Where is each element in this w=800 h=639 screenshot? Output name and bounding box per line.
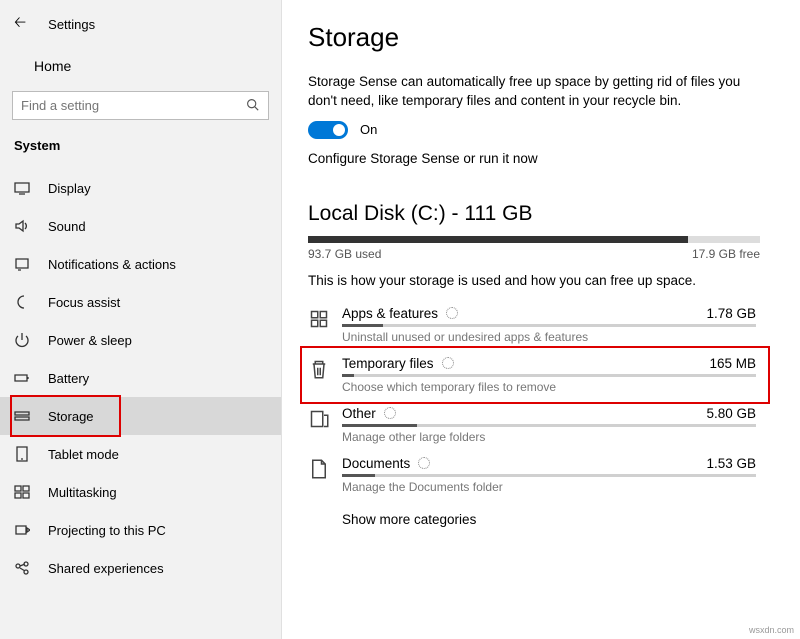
sidebar-item-projecting-to-this-pc[interactable]: Projecting to this PC: [0, 511, 281, 549]
category-size: 165 MB: [709, 356, 756, 371]
sidebar-item-label: Battery: [48, 371, 89, 386]
disk-used-label: 93.7 GB used: [308, 247, 381, 261]
sidebar-item-label: Power & sleep: [48, 333, 132, 348]
page-title: Storage: [308, 22, 760, 53]
tablet-icon: [14, 446, 30, 462]
category-row-other[interactable]: Other 5.80 GB Manage other large folders: [308, 400, 760, 450]
disk-free-label: 17.9 GB free: [692, 247, 760, 261]
loading-spinner-icon: [418, 457, 430, 469]
category-name: Apps & features: [342, 306, 458, 321]
sidebar-item-label: Display: [48, 181, 91, 196]
category-subtitle: Manage other large folders: [342, 430, 756, 444]
category-bar: [342, 474, 756, 477]
category-subtitle: Choose which temporary files to remove: [342, 380, 756, 394]
storage-sense-toggle-row: On: [308, 121, 760, 139]
sidebar-item-label: Notifications & actions: [48, 257, 176, 272]
sidebar-item-label: Tablet mode: [48, 447, 119, 462]
sound-icon: [14, 218, 30, 234]
disk-description: This is how your storage is used and how…: [308, 273, 760, 288]
category-row-apps-features[interactable]: Apps & features 1.78 GB Uninstall unused…: [308, 300, 760, 350]
search-icon: [246, 98, 259, 116]
category-subtitle: Uninstall unused or undesired apps & fea…: [342, 330, 756, 344]
battery-icon: [14, 370, 30, 386]
category-list: Apps & features 1.78 GB Uninstall unused…: [308, 300, 760, 500]
back-arrow-icon[interactable]: 🡠: [14, 12, 26, 37]
display-icon: [14, 180, 30, 196]
loading-spinner-icon: [442, 357, 454, 369]
category-bar: [342, 374, 756, 377]
toggle-state-label: On: [360, 122, 377, 137]
power-icon: [14, 332, 30, 348]
sidebar-item-label: Focus assist: [48, 295, 120, 310]
loading-spinner-icon: [384, 407, 396, 419]
settings-title: Settings: [48, 17, 95, 32]
sidebar-item-label: Shared experiences: [48, 561, 164, 576]
docs-icon: [308, 458, 330, 480]
other-icon: [308, 408, 330, 430]
watermark: wsxdn.com: [749, 625, 794, 635]
search-input[interactable]: [12, 91, 269, 120]
notifications-icon: [14, 256, 30, 272]
storage-icon: [14, 408, 30, 424]
loading-spinner-icon: [446, 307, 458, 319]
sidebar: 🡠 Settings Home System Display Sound Notif…: [0, 0, 282, 639]
disk-legend: 93.7 GB used 17.9 GB free: [308, 247, 760, 261]
category-name: Other: [342, 406, 396, 421]
sidebar-item-display[interactable]: Display: [0, 169, 281, 207]
main-panel: Storage Storage Sense can automatically …: [282, 0, 800, 639]
project-icon: [14, 522, 30, 538]
category-bar: [342, 424, 756, 427]
category-subtitle: Manage the Documents folder: [342, 480, 756, 494]
sidebar-item-power-sleep[interactable]: Power & sleep: [0, 321, 281, 359]
sidebar-item-label: Projecting to this PC: [48, 523, 166, 538]
sidebar-item-tablet-mode[interactable]: Tablet mode: [0, 435, 281, 473]
sidebar-item-label: Sound: [48, 219, 86, 234]
category-size: 1.78 GB: [706, 306, 756, 321]
nav-list: Display Sound Notifications & actions Focus…: [0, 169, 281, 587]
configure-storage-sense-link[interactable]: Configure Storage Sense or run it now: [308, 151, 760, 166]
disk-title: Local Disk (C:) - 111 GB: [308, 202, 760, 226]
sidebar-item-storage[interactable]: Storage: [0, 397, 281, 435]
apps-icon: [308, 308, 330, 330]
sidebar-item-battery[interactable]: Battery: [0, 359, 281, 397]
storage-sense-toggle[interactable]: [308, 121, 348, 139]
sidebar-item-label: Storage: [48, 409, 94, 424]
sidebar-item-focus-assist[interactable]: Focus assist: [0, 283, 281, 321]
header: 🡠 Settings: [0, 8, 281, 47]
sidebar-item-shared-experiences[interactable]: Shared experiences: [0, 549, 281, 587]
moon-icon: [14, 294, 30, 310]
category-row-temporary-files[interactable]: Temporary files 165 MB Choose which temp…: [308, 350, 760, 400]
category-name: Documents: [342, 456, 430, 471]
search-row: [12, 91, 269, 120]
home-button[interactable]: Home: [0, 47, 281, 85]
category-size: 5.80 GB: [706, 406, 756, 421]
multitask-icon: [14, 484, 30, 500]
storage-sense-description: Storage Sense can automatically free up …: [308, 73, 760, 111]
sidebar-item-label: Multitasking: [48, 485, 117, 500]
category-name: Temporary files: [342, 356, 454, 371]
category-size: 1.53 GB: [706, 456, 756, 471]
disk-usage-bar: [308, 236, 760, 243]
trash-icon: [308, 358, 330, 380]
shared-icon: [14, 560, 30, 576]
section-label: System: [0, 132, 281, 163]
sidebar-item-notifications-actions[interactable]: Notifications & actions: [0, 245, 281, 283]
show-more-categories-link[interactable]: Show more categories: [308, 512, 760, 527]
category-row-documents[interactable]: Documents 1.53 GB Manage the Documents f…: [308, 450, 760, 500]
sidebar-item-sound[interactable]: Sound: [0, 207, 281, 245]
sidebar-item-multitasking[interactable]: Multitasking: [0, 473, 281, 511]
home-label: Home: [34, 58, 71, 74]
category-bar: [342, 324, 756, 327]
